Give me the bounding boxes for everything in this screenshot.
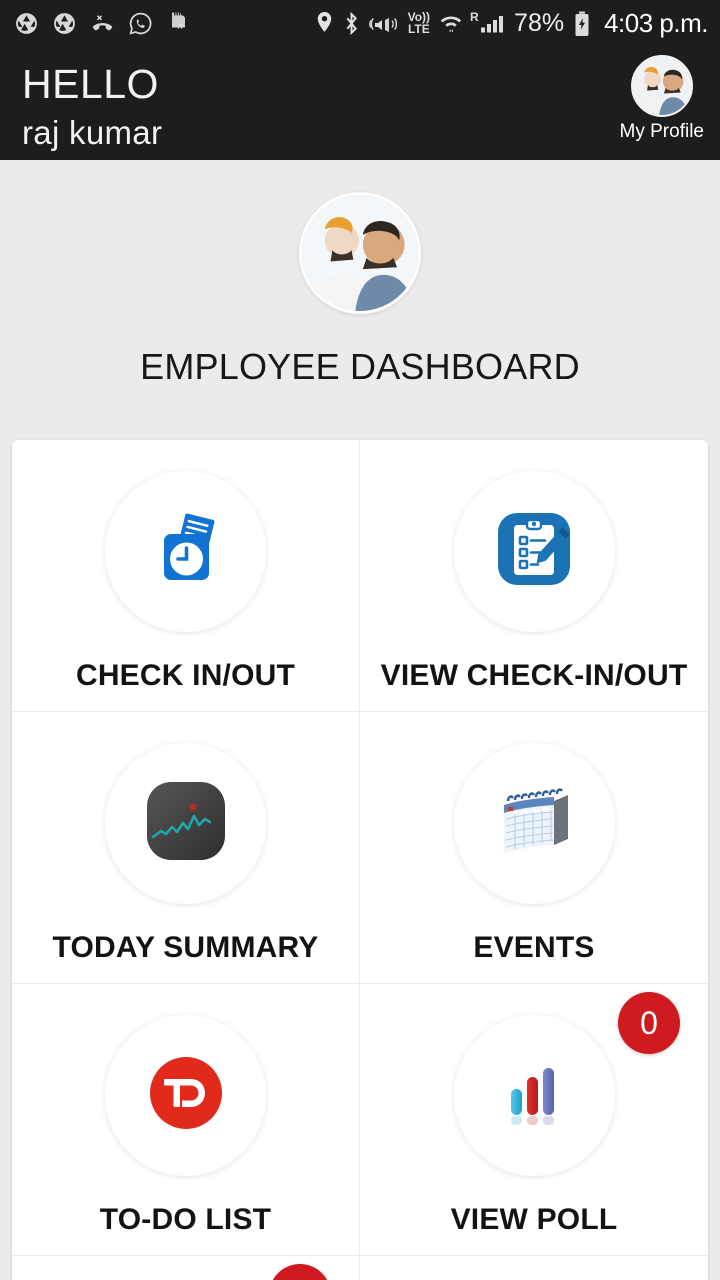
- grid-item-events[interactable]: EVENTS: [360, 712, 708, 984]
- desk-calendar-icon: [492, 781, 576, 866]
- roaming-signal-icon: R: [470, 10, 505, 36]
- icon-container: [453, 471, 615, 632]
- status-badge: 0: [618, 992, 680, 1054]
- time-clock-punch-icon: [147, 510, 225, 593]
- icon-container: [105, 1015, 266, 1176]
- page-title: EMPLOYEE DASHBOARD: [140, 346, 580, 387]
- grid-item-check-in-out[interactable]: CHECK IN/OUT: [12, 440, 360, 712]
- grid-item-label: CHECK IN/OUT: [75, 659, 296, 692]
- wifi-icon: [439, 11, 463, 36]
- app-header: HELLO raj kumar My Profile: [0, 47, 720, 160]
- icon-container: [453, 1015, 615, 1176]
- status-badge: 0: [269, 1264, 331, 1280]
- line-chart-icon: [145, 780, 227, 867]
- clipboard-pencil-icon: [494, 509, 574, 594]
- icon-container: [105, 743, 266, 904]
- bar-chart-icon: [496, 1055, 572, 1136]
- status-bar: Vo)) LTE R 78% 4:03 p.m.: [0, 0, 720, 47]
- battery-percent-label: 78%: [514, 9, 565, 37]
- grid-item-view-check-in-out[interactable]: VIEW CHECK-IN/OUT: [360, 440, 708, 712]
- hero-avatar: [299, 192, 421, 314]
- grid-item-to-do-list[interactable]: TO-DO LIST: [12, 984, 360, 1256]
- volte-icon: Vo)) LTE: [407, 11, 430, 36]
- camera-icon: [14, 11, 39, 36]
- grid-item-partial-left[interactable]: 0: [12, 1256, 360, 1280]
- bluetooth-icon: [343, 11, 360, 36]
- volte-bottom-label: LTE: [407, 21, 430, 36]
- icon-container: [453, 743, 615, 904]
- sdcard-icon: [166, 11, 190, 36]
- avatar[interactable]: [630, 55, 693, 117]
- missed-call-icon: [90, 13, 115, 35]
- battery-charging-icon: [573, 11, 591, 37]
- icon-container: [105, 471, 266, 632]
- grid-item-label: EVENTS: [473, 931, 595, 964]
- grid-item-label: TO-DO LIST: [99, 1203, 272, 1236]
- roaming-label: R: [470, 10, 479, 24]
- whatsapp-icon: [128, 11, 153, 36]
- status-bar-right-icons: Vo)) LTE R 78% 4:03 p.m.: [315, 8, 708, 39]
- my-profile-button[interactable]: My Profile: [620, 55, 704, 143]
- grid-item-label: TODAY SUMMARY: [52, 931, 319, 964]
- vibrate-mute-icon: [368, 12, 399, 36]
- my-profile-label: My Profile: [619, 121, 704, 142]
- username-text: raj kumar: [22, 114, 163, 152]
- camera-icon: [52, 11, 77, 36]
- todo-td-logo-icon: [148, 1055, 224, 1136]
- status-bar-left-icons: [14, 11, 190, 36]
- grid-item-view-poll[interactable]: 0 VIEW POLL: [360, 984, 708, 1256]
- grid-item-partial-right[interactable]: [360, 1256, 708, 1280]
- grid-item-today-summary[interactable]: TODAY SUMMARY: [12, 712, 360, 984]
- dashboard-grid-card: CHECK IN/OUT VIEW CHECK-IN/OUT TODAY SUM…: [12, 440, 708, 1280]
- dashboard-hero: EMPLOYEE DASHBOARD: [0, 160, 720, 388]
- greeting-text: HELLO: [22, 61, 159, 107]
- dashboard-grid: CHECK IN/OUT VIEW CHECK-IN/OUT TODAY SUM…: [12, 440, 708, 1280]
- status-bar-clock: 4:03 p.m.: [604, 8, 708, 38]
- location-icon: [315, 11, 334, 36]
- grid-item-label: VIEW POLL: [450, 1203, 618, 1236]
- grid-item-label: VIEW CHECK-IN/OUT: [380, 659, 688, 692]
